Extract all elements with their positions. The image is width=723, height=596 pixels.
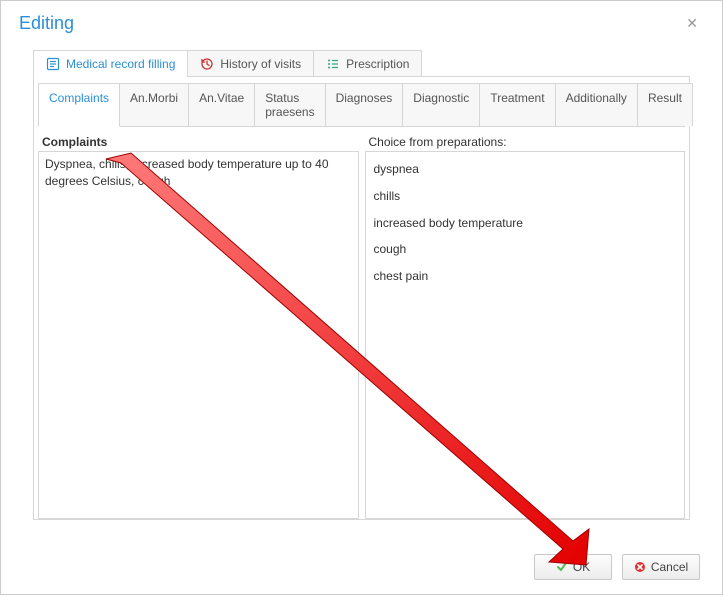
cancel-icon [634,561,646,573]
tab-status-praesens[interactable]: Status praesens [254,83,325,126]
list-item[interactable]: chills [372,183,679,210]
complaints-text: Dyspnea, chills, increased body temperat… [45,157,329,188]
tab-diagnoses[interactable]: Diagnoses [325,83,404,126]
button-label: OK [573,560,590,574]
list-item[interactable]: cough [372,236,679,263]
button-label: Cancel [651,560,688,574]
tab-additionally[interactable]: Additionally [555,83,638,126]
tab-label: Complaints [49,91,109,105]
close-button[interactable]: ✕ [680,13,704,34]
tab-treatment[interactable]: Treatment [479,83,555,126]
item-label: dyspnea [374,162,419,176]
tab-label: Treatment [490,91,544,105]
tab-result[interactable]: Result [637,83,693,126]
tab-label: Prescription [346,57,409,71]
cancel-button[interactable]: Cancel [622,554,700,580]
tab-label: Status praesens [265,91,314,119]
dialog-title: Editing [19,13,74,34]
tab-an-morbi[interactable]: An.Morbi [119,83,189,126]
tab-diagnostic[interactable]: Diagnostic [402,83,480,126]
inner-tabs: Complaints An.Morbi An.Vitae Status prae… [38,83,685,127]
tab-label: History of visits [220,57,301,71]
tab-label: Diagnoses [336,91,393,105]
tab-complaints[interactable]: Complaints [38,83,120,127]
list-icon [326,57,340,71]
item-label: cough [374,242,407,256]
preparations-list: dyspnea chills increased body temperatur… [365,151,686,519]
list-item[interactable]: dyspnea [372,156,679,183]
dialog-buttons: OK Cancel [534,554,700,580]
dialog-header: Editing ✕ [1,1,722,38]
list-item[interactable]: increased body temperature [372,210,679,237]
content-row: Complaints Dyspnea, chills, increased bo… [38,133,685,519]
outer-tabs: Medical record filling History of visits… [33,50,722,77]
tab-prescription[interactable]: Prescription [313,50,422,77]
tab-label: Diagnostic [413,91,469,105]
tab-history-of-visits[interactable]: History of visits [187,50,314,77]
item-label: increased body temperature [374,216,523,230]
preparations-header: Choice from preparations: [365,133,686,151]
item-label: chest pain [374,269,429,283]
preparations-column: Choice from preparations: dyspnea chills… [365,133,686,519]
tab-an-vitae[interactable]: An.Vitae [188,83,255,126]
complaints-column: Complaints Dyspnea, chills, increased bo… [38,133,359,519]
tab-label: Medical record filling [66,57,175,71]
tab-label: An.Vitae [199,91,244,105]
outer-panel: Complaints An.Morbi An.Vitae Status prae… [33,76,690,520]
ok-button[interactable]: OK [534,554,612,580]
doc-lines-icon [46,57,60,71]
tab-label: Result [648,91,682,105]
item-label: chills [374,189,401,203]
tab-medical-record-filling[interactable]: Medical record filling [33,50,188,77]
tab-label: An.Morbi [130,91,178,105]
list-item[interactable]: chest pain [372,263,679,290]
editing-dialog: Editing ✕ Medical record filling History… [0,0,723,595]
complaints-textarea[interactable]: Dyspnea, chills, increased body temperat… [38,151,359,519]
tab-label: Additionally [566,91,627,105]
check-icon [556,561,568,573]
complaints-header: Complaints [38,133,359,151]
history-icon [200,57,214,71]
